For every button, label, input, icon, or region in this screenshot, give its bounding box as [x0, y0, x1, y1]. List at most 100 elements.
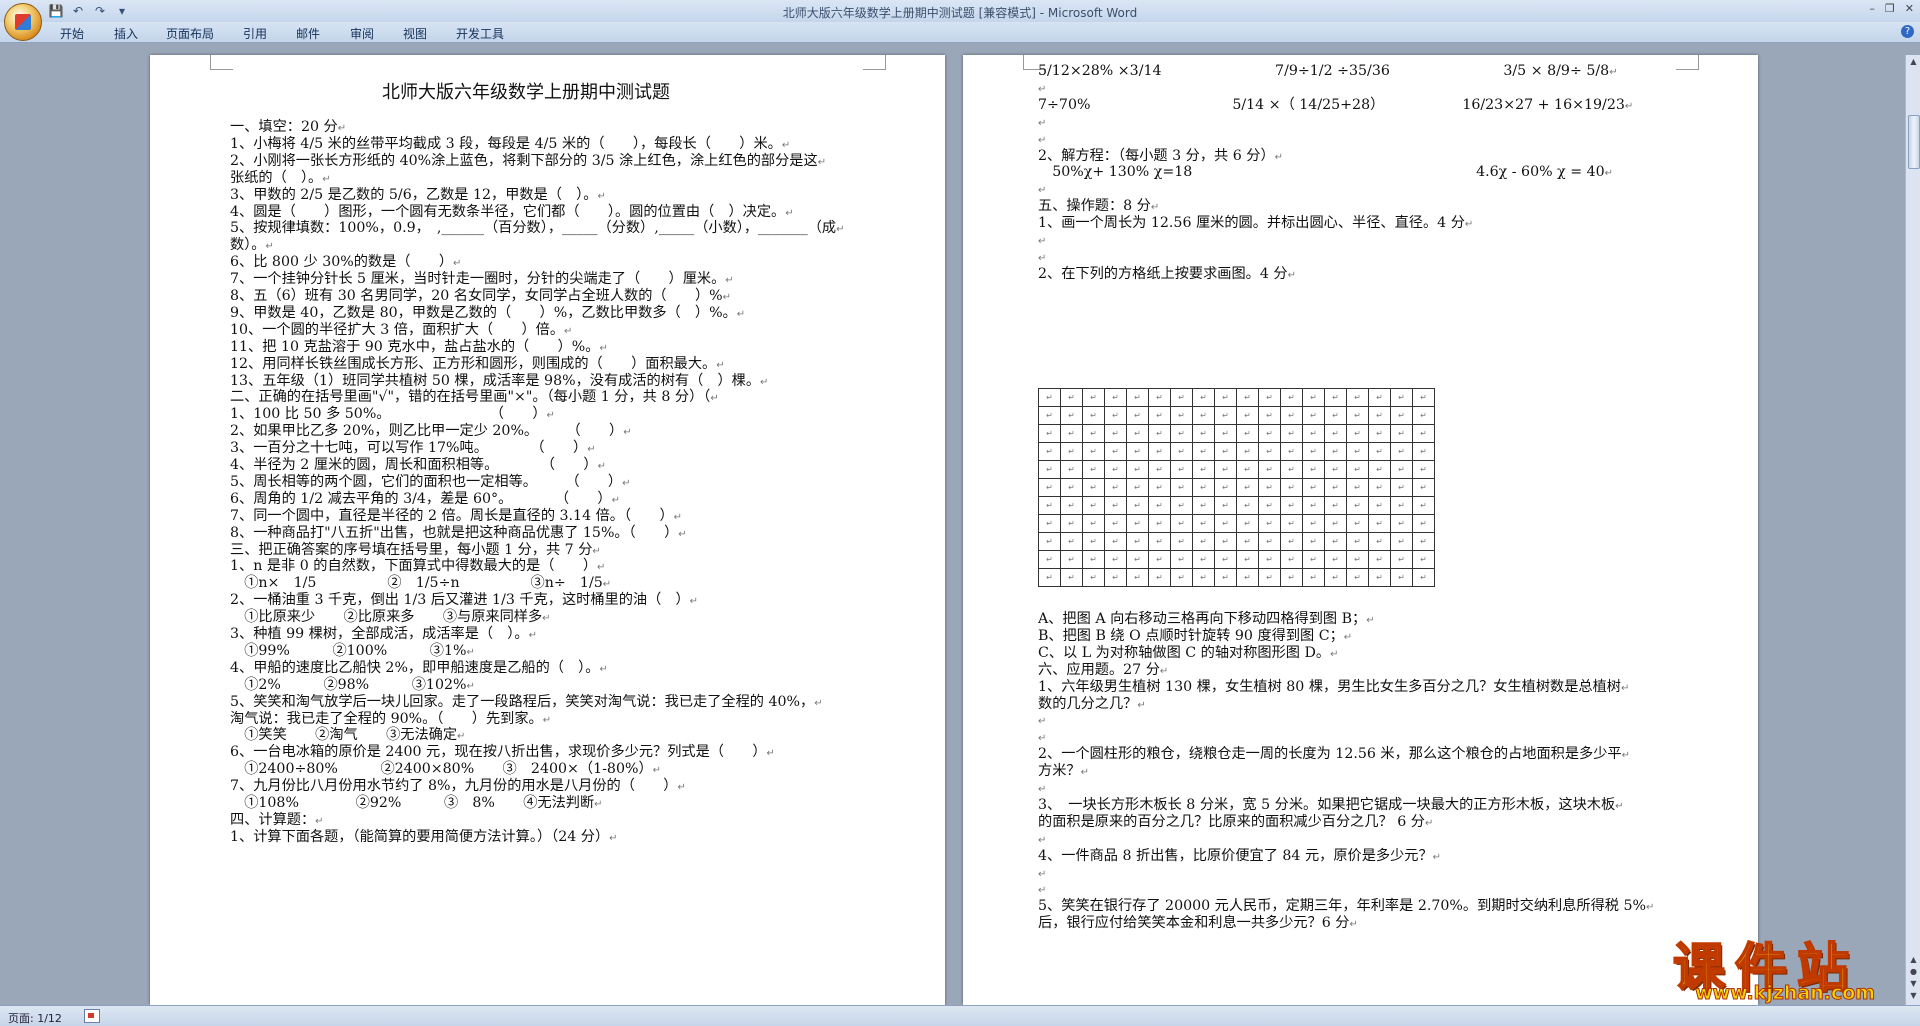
grid-cell: ↵ [1302, 424, 1325, 443]
paragraph-mark-icon: ↵ [1274, 151, 1284, 163]
grid-cell: ↵ [1324, 478, 1347, 497]
scroll-thumb[interactable] [1908, 115, 1920, 169]
paragraph-mark-icon: ↵ [766, 748, 775, 760]
paragraph-mark-icon: ↵ [1038, 733, 1047, 745]
office-button[interactable] [4, 3, 42, 41]
grid-cell: ↵ [1258, 496, 1281, 515]
paragraph-mark-icon: ↵ [466, 646, 475, 658]
tab-insert[interactable]: 插入 [114, 25, 138, 42]
grid-cell: ↵ [1412, 532, 1435, 551]
grid-cell: ↵ [1390, 514, 1413, 533]
paragraph-mark-icon: ↵ [1137, 699, 1146, 711]
grid-cell: ↵ [1214, 532, 1237, 551]
help-icon[interactable]: ? [1901, 25, 1914, 38]
document-page-1[interactable]: 北师大版六年级数学上册期中测试题 一、填空：20 分↵ 1、小梅将 4/5 米的丝… [150, 55, 945, 1005]
paragraph-mark-icon: ↵ [602, 579, 612, 591]
grid-cell: ↵ [1412, 514, 1435, 533]
grid-cell: ↵ [1346, 424, 1369, 443]
grid-cell: ↵ [1390, 442, 1413, 461]
grid-cell: ↵ [1214, 496, 1237, 515]
paragraph-mark-icon: ↵ [542, 714, 552, 726]
grid-cell: ↵ [1412, 478, 1435, 497]
title-bar: 💾 ↶ ↷ ▾ 北师大版六年级数学上册期中测试题 [兼容模式] - Micros… [0, 0, 1920, 22]
grid-cell: ↵ [1148, 532, 1171, 551]
paragraph-mark-icon: ↵ [592, 545, 601, 557]
tab-developer[interactable]: 开发工具 [456, 25, 504, 42]
paragraph-mark-icon: ↵ [599, 663, 608, 675]
grid-cell: ↵ [1104, 388, 1127, 407]
grid-cell: ↵ [1390, 568, 1413, 587]
grid-cell: ↵ [1170, 424, 1193, 443]
grid-cell: ↵ [1170, 388, 1193, 407]
maximize-button[interactable]: ❐ [1885, 2, 1895, 15]
document-line: 2、小刚将一张长方形纸的 40%涂上蓝色，将剩下部分的 3/5 涂上红色，涂上红… [230, 152, 827, 169]
grid-cell: ↵ [1060, 442, 1083, 461]
paragraph-mark-icon: ↵ [814, 697, 823, 709]
paragraph-mark-icon: ↵ [564, 325, 573, 337]
grid-cell: ↵ [1390, 460, 1413, 479]
graph-paper-grid: ↵ ↵ ↵ ↵ ↵ ↵ ↵ ↵ ↵ ↵ ↵ ↵ ↵ ↵ ↵ ↵ ↵ ↵ ↵ ↵ ↵ ↵ ↵ ↵ ↵ ↵ ↵ ↵ ↵ ↵ ↵ ↵ ↵ ↵ ↵ ↵ ↵ ↵ ↵ ↵… [1038, 388, 1435, 587]
document-page-2[interactable]: 5/12×28% ×3/14 7/9÷1/2 ÷35/36 3/5 × 8/9÷… [963, 55, 1758, 1005]
document-line: ↵ [1038, 131, 1046, 149]
grid-cell: ↵ [1258, 406, 1281, 425]
document-line: 三、把正确答案的序号填在括号里，每小题 1 分，共 7 分↵ [230, 541, 601, 558]
grid-cell: ↵ [1192, 406, 1215, 425]
tab-references[interactable]: 引用 [243, 25, 267, 42]
grid-cell: ↵ [1148, 388, 1171, 407]
paragraph-mark-icon: ↵ [1038, 885, 1047, 897]
document-line: 2、解方程：（每小题 3 分，共 6 分）↵ [1038, 147, 1284, 164]
grid-cell: ↵ [1236, 460, 1259, 479]
grid-cell: ↵ [1060, 424, 1083, 443]
tab-home[interactable]: 开始 [60, 25, 84, 42]
close-button[interactable]: ✕ [1905, 2, 1914, 15]
document-line: 一、填空：20 分↵ [230, 119, 347, 135]
grid-cell: ↵ [1258, 478, 1281, 497]
paragraph-mark-icon: ↵ [785, 207, 794, 219]
tab-review[interactable]: 审阅 [350, 25, 374, 42]
grid-cell: ↵ [1148, 550, 1171, 569]
page-counter[interactable]: 页面: 1/12 [8, 1010, 62, 1026]
paragraph-mark-icon: ↵ [1159, 665, 1169, 677]
grid-cell: ↵ [1346, 496, 1369, 515]
grid-cell: ↵ [1148, 424, 1171, 443]
tab-view[interactable]: 视图 [403, 25, 427, 42]
paragraph-mark-icon: ↵ [599, 342, 608, 354]
grid-cell: ↵ [1148, 460, 1171, 479]
grid-cell: ↵ [1192, 514, 1215, 533]
document-line: 淘气说：我已走了全程的 90%。（ ）先到家。↵ [230, 710, 552, 727]
grid-cell: ↵ [1390, 388, 1413, 407]
paragraph-mark-icon: ↵ [542, 613, 551, 625]
document-line: 3、 一块长方形木板长 8 分米，宽 5 分米。如果把它锯成一块最大的正方形木板… [1038, 796, 1624, 813]
paragraph-mark-icon: ↵ [652, 765, 662, 777]
vertical-scrollbar[interactable]: ▲ ▲ ● ▼ ▼ [1905, 55, 1920, 1005]
grid-cell: ↵ [1280, 460, 1303, 479]
crop-mark [863, 55, 886, 70]
proofing-status-icon[interactable] [84, 1009, 100, 1023]
minimize-button[interactable]: – [1869, 2, 1875, 15]
document-line: ↵ [1038, 831, 1046, 849]
grid-cell: ↵ [1346, 478, 1369, 497]
paragraph-mark-icon: ↵ [673, 511, 683, 523]
document-line: ↵ [1038, 80, 1046, 98]
scroll-up-icon[interactable]: ▲ [1909, 57, 1918, 66]
tab-mailings[interactable]: 邮件 [296, 25, 320, 42]
tab-page-layout[interactable]: 页面布局 [166, 25, 214, 42]
grid-cell: ↵ [1038, 424, 1061, 443]
document-line: 5、笑笑在银行存了 20000 元人民币，定期三年，年利率是 2.70%。到期时… [1038, 898, 1655, 915]
grid-cell: ↵ [1412, 496, 1435, 515]
grid-cell: ↵ [1104, 550, 1127, 569]
document-line: ①2400÷80% ②2400×80% ③ 2400×（1-80%）↵ [230, 761, 662, 778]
document-line: 1、六年级男生植树 130 棵，女生植树 80 棵，男生比女生多百分之几？女生植… [1038, 678, 1630, 695]
paragraph-mark-icon: ↵ [597, 190, 606, 202]
grid-cell: ↵ [1236, 424, 1259, 443]
document-line: 8、一种商品打"八五折"出售，也就是把这种商品优惠了 15%。（ ）↵ [230, 524, 687, 541]
document-line: 10、一个圆的半径扩大 3 倍，面积扩大（ ）倍。↵ [230, 321, 573, 338]
grid-cell: ↵ [1060, 550, 1083, 569]
document-line: 的面积是原来的百分之几？比原来的面积减少百分之几？ 6 分↵ [1038, 813, 1434, 830]
grid-cell: ↵ [1368, 406, 1391, 425]
site-watermark: 课件站 www.kjzhan.com [1665, 926, 1915, 1005]
document-line: 6、周角的 1/2 减去平角的 3/4，差是 60°。 （ ）↵ [230, 490, 621, 507]
grid-cell: ↵ [1412, 568, 1435, 587]
document-line: 二、正确的在括号里画"√"，错的在括号里画"×"。（每小题 1 分，共 8 分）… [230, 389, 719, 406]
document-title: 北师大版六年级数学上册期中测试题 [382, 82, 670, 103]
